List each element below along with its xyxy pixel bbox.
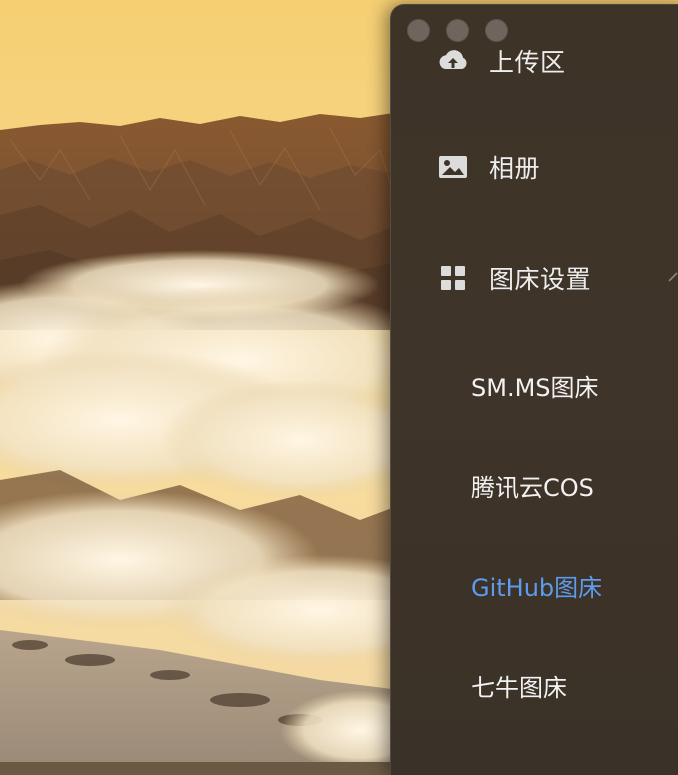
cloud-upload-icon — [437, 45, 469, 77]
menu-item-pic-bed-settings[interactable]: 图床设置 — [391, 248, 678, 308]
sub-item-label: GitHub图床 — [471, 573, 603, 602]
image-icon — [437, 151, 469, 183]
sub-item-qiniu[interactable]: 七牛图床 — [391, 660, 678, 710]
sub-item-label: SM.MS图床 — [471, 373, 599, 402]
sub-item-github[interactable]: GitHub图床 — [391, 560, 678, 610]
sub-item-smms[interactable]: SM.MS图床 — [391, 360, 678, 410]
sub-item-label: 腾讯云COS — [471, 473, 594, 502]
menu-item-label: 图床设置 — [489, 265, 592, 294]
zoom-button[interactable] — [485, 19, 508, 42]
app-window: 上传区 相册 图床设置 SM.MS图床 腾讯云COS GitHub图床 七牛图床 — [390, 4, 678, 775]
sub-item-tencent-cos[interactable]: 腾讯云COS — [391, 460, 678, 510]
menu-item-label: 相册 — [489, 154, 541, 183]
sub-item-label: 七牛图床 — [471, 673, 567, 702]
menu-item-gallery[interactable]: 相册 — [391, 137, 678, 197]
grid-icon — [437, 262, 469, 294]
close-button[interactable] — [407, 19, 430, 42]
window-controls — [407, 19, 508, 42]
chevron-up-icon — [668, 272, 678, 282]
minimize-button[interactable] — [446, 19, 469, 42]
menu-item-label: 上传区 — [489, 48, 566, 77]
